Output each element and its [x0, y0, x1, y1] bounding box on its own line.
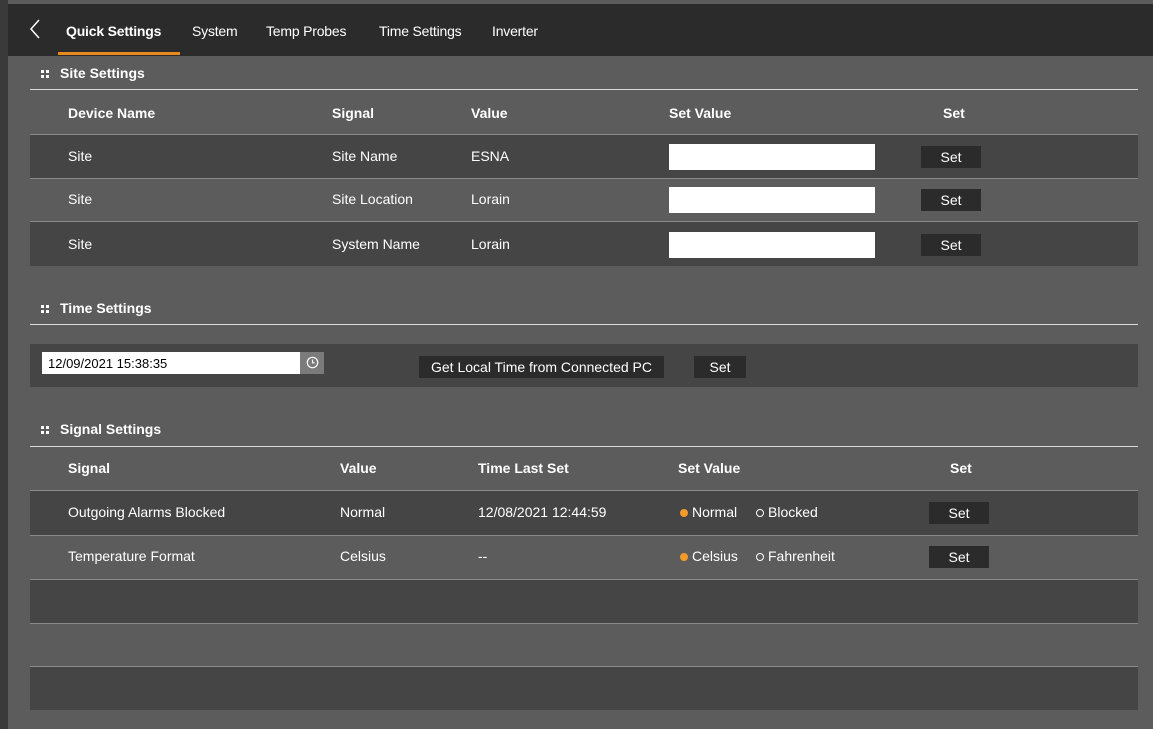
time-last-set-cell: 12/08/2021 12:44:59: [478, 504, 607, 520]
set-site-name-button[interactable]: Set: [921, 146, 981, 168]
time-last-set-cell: --: [478, 548, 488, 564]
site-settings-title-text: Site Settings: [60, 65, 145, 81]
system-name-input[interactable]: [669, 232, 875, 258]
left-edge-strip: [0, 0, 8, 729]
col-value: Value: [471, 105, 508, 121]
col-signal: Signal: [68, 460, 111, 476]
value-cell: Normal: [340, 504, 386, 520]
tab-temp-probes[interactable]: Temp Probes: [266, 23, 346, 39]
tab-bar: Quick Settings System Temp Probes Time S…: [8, 4, 1153, 56]
col-time-last-set: Time Last Set: [478, 460, 569, 476]
signal-settings-title: Signal Settings: [40, 421, 161, 437]
get-local-time-button[interactable]: Get Local Time from Connected PC: [419, 356, 664, 378]
grip-icon: [40, 66, 52, 78]
radio-fahrenheit[interactable]: Fahrenheit: [756, 548, 835, 564]
device-name-cell: Site: [68, 148, 93, 164]
back-chevron-icon[interactable]: [28, 18, 42, 40]
clock-icon[interactable]: [300, 352, 324, 374]
col-set: Set: [943, 105, 965, 121]
site-settings-title: Site Settings: [40, 65, 145, 81]
time-settings-title-text: Time Settings: [60, 300, 152, 316]
set-system-name-button[interactable]: Set: [921, 234, 981, 256]
signal-cell: Site Name: [332, 148, 398, 164]
divider: [30, 446, 1138, 447]
signal-cell: Temperature Format: [68, 548, 195, 564]
grip-icon: [40, 301, 52, 313]
set-temperature-format-button[interactable]: Set: [929, 546, 989, 568]
value-cell: Lorain: [471, 191, 510, 207]
radio-blocked[interactable]: Blocked: [756, 504, 818, 520]
active-tab-indicator: [58, 52, 180, 55]
divider: [30, 89, 1138, 90]
grip-icon: [40, 422, 52, 434]
set-site-location-button[interactable]: Set: [921, 189, 981, 211]
radio-normal[interactable]: Normal: [680, 504, 737, 520]
radio-label: Celsius: [692, 548, 738, 564]
radio-label: Blocked: [768, 504, 818, 520]
empty-row: [30, 667, 1138, 710]
time-settings-title: Time Settings: [40, 300, 152, 316]
radio-label: Normal: [692, 504, 738, 520]
radio-celsius[interactable]: Celsius: [680, 548, 738, 564]
col-value: Value: [340, 460, 377, 476]
col-device-name: Device Name: [68, 105, 156, 121]
radio-selected-icon: [680, 509, 688, 517]
signal-cell: Site Location: [332, 191, 413, 207]
signal-cell: Outgoing Alarms Blocked: [68, 504, 226, 520]
col-signal: Signal: [332, 105, 375, 121]
tab-quick-settings[interactable]: Quick Settings: [66, 23, 161, 39]
divider: [30, 324, 1138, 325]
value-cell: Celsius: [340, 548, 386, 564]
radio-unselected-icon: [756, 553, 764, 561]
signal-settings-title-text: Signal Settings: [60, 421, 162, 437]
signal-cell: System Name: [332, 236, 420, 252]
tab-system[interactable]: System: [192, 23, 238, 39]
col-set: Set: [950, 460, 972, 476]
divider: [30, 623, 1138, 624]
col-set-value: Set Value: [678, 460, 741, 476]
datetime-input[interactable]: [42, 352, 300, 374]
site-name-input[interactable]: [669, 144, 875, 170]
empty-row: [30, 580, 1138, 623]
device-name-cell: Site: [68, 191, 93, 207]
divider: [30, 535, 1138, 536]
device-name-cell: Site: [68, 236, 93, 252]
set-outgoing-alarms-button[interactable]: Set: [929, 502, 989, 524]
value-cell: Lorain: [471, 236, 510, 252]
site-location-input[interactable]: [669, 187, 875, 213]
col-set-value: Set Value: [669, 105, 732, 121]
set-time-button[interactable]: Set: [694, 356, 746, 378]
radio-selected-icon: [680, 553, 688, 561]
tab-time-settings[interactable]: Time Settings: [379, 23, 462, 39]
radio-label: Fahrenheit: [768, 548, 835, 564]
settings-panel: Quick Settings System Temp Probes Time S…: [8, 4, 1153, 729]
value-cell: ESNA: [471, 148, 510, 164]
tab-inverter[interactable]: Inverter: [492, 23, 538, 39]
radio-unselected-icon: [756, 509, 764, 517]
divider: [30, 178, 1138, 179]
